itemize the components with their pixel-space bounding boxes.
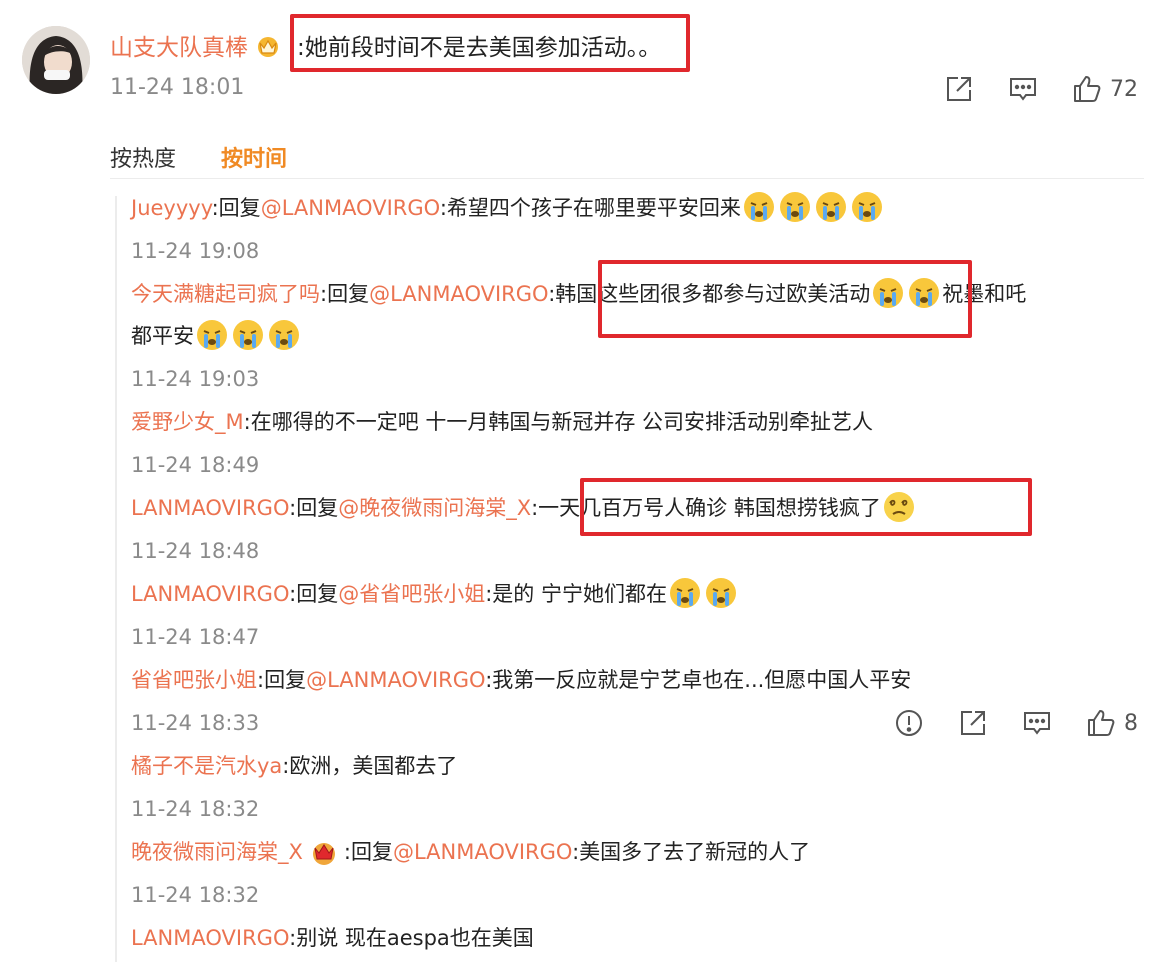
reply-text: :希望四个孩子在哪里要平安回来 xyxy=(439,196,741,220)
reply-author[interactable]: 省省吧张小姐 xyxy=(131,668,257,692)
comment-icon[interactable] xyxy=(1008,74,1038,104)
reply-mention[interactable]: @晚夜微雨问海棠_X xyxy=(338,496,531,520)
crying-emoji-icon xyxy=(267,318,301,352)
reply-time: 11-24 18:32 xyxy=(131,883,260,907)
reply-prefix: :回复 xyxy=(343,840,393,864)
highlight-box xyxy=(290,14,690,72)
comment-icon[interactable] xyxy=(1022,708,1052,738)
reply-item: LANMAOVIRGO:别说 现在aespa也在美国 xyxy=(131,917,1151,959)
divider xyxy=(110,178,1144,179)
reply-item: LANMAOVIRGO:回复@省省吧张小姐:是的 宁宁她们都在 11-24 18… xyxy=(131,573,1151,659)
avatar[interactable] xyxy=(22,26,90,94)
crown-badge-icon xyxy=(309,838,343,872)
reply-text-line2: 都平安 xyxy=(131,324,194,348)
sort-by-time-tab[interactable]: 按时间 xyxy=(221,147,287,172)
sort-by-hot-tab[interactable]: 按热度 xyxy=(110,147,176,172)
reply-text: :我第一反应就是宁艺卓也在...但愿中国人平安 xyxy=(485,668,912,692)
reply-text: :别说 现在aespa也在美国 xyxy=(289,926,534,950)
reply-prefix: :回复 xyxy=(289,582,339,606)
highlight-box xyxy=(580,478,1032,536)
crying-emoji-icon xyxy=(850,190,884,224)
comment-author-name[interactable]: 山支大队真棒 xyxy=(110,35,248,61)
reply-time: 11-24 18:47 xyxy=(131,625,260,649)
share-icon[interactable] xyxy=(958,708,988,738)
like-icon[interactable] xyxy=(1086,708,1116,738)
reply-author[interactable]: LANMAOVIRGO xyxy=(131,496,289,520)
highlight-box xyxy=(598,260,972,338)
sort-bar: 按热度 按时间 xyxy=(110,141,287,173)
reply-author[interactable]: 橘子不是汽水ya xyxy=(131,754,282,778)
crying-emoji-icon xyxy=(778,190,812,224)
crown-badge-icon xyxy=(255,34,281,64)
reply-mention[interactable]: @LANMAOVIRGO xyxy=(306,668,485,692)
reply-author[interactable]: Jueyyyy xyxy=(131,196,212,220)
reply-rail xyxy=(115,196,117,962)
reply-text: :是的 宁宁她们都在 xyxy=(485,582,667,606)
share-icon[interactable] xyxy=(944,74,974,104)
crying-emoji-icon xyxy=(668,576,702,610)
reply-author[interactable]: 晚夜微雨问海棠_X xyxy=(131,840,303,864)
like-count: 72 xyxy=(1110,76,1138,102)
reply-prefix: :回复 xyxy=(320,282,370,306)
reply-author[interactable]: 今天满糖起司疯了吗 xyxy=(131,282,320,306)
reply-author[interactable]: LANMAOVIRGO xyxy=(131,582,289,606)
reply-author[interactable]: 爱野少女_M xyxy=(131,410,244,434)
reply-time: 11-24 19:03 xyxy=(131,367,260,391)
reply-prefix: :回复 xyxy=(211,196,261,220)
reply-item: 爱野少女_M:在哪得的不一定吧 十一月韩国与新冠并存 公司安排活动别牵扯艺人 1… xyxy=(131,401,1151,487)
like-count: 8 xyxy=(1124,710,1138,736)
crying-emoji-icon xyxy=(231,318,265,352)
reply-prefix: :回复 xyxy=(257,668,307,692)
reply-text: :在哪得的不一定吧 十一月韩国与新冠并存 公司安排活动别牵扯艺人 xyxy=(243,410,874,434)
reply-mention[interactable]: @LANMAOVIRGO xyxy=(261,196,440,220)
crying-emoji-icon xyxy=(814,190,848,224)
reply-text: :美国多了去了新冠的人了 xyxy=(572,840,811,864)
reply-item: 晚夜微雨问海棠_X :回复@LANMAOVIRGO:美国多了去了新冠的人了 11-… xyxy=(131,831,1151,917)
reply-time: 11-24 18:32 xyxy=(131,797,260,821)
crying-emoji-icon xyxy=(195,318,229,352)
like-icon[interactable] xyxy=(1072,74,1102,104)
comment-author[interactable]: 山支大队真棒 xyxy=(110,28,281,64)
reply-text: :欧洲，美国都去了 xyxy=(282,754,458,778)
reply-prefix: :回复 xyxy=(289,496,339,520)
reply-mention[interactable]: @省省吧张小姐 xyxy=(338,582,485,606)
reply-mention[interactable]: @LANMAOVIRGO xyxy=(369,282,548,306)
comment-time: 11-24 18:01 xyxy=(110,75,245,100)
crying-emoji-icon xyxy=(704,576,738,610)
reply-actions: 8 xyxy=(894,708,1138,738)
reply-mention[interactable]: @LANMAOVIRGO xyxy=(393,840,572,864)
reply-item: 橘子不是汽水ya:欧洲，美国都去了 11-24 18:32 xyxy=(131,745,1151,831)
comment-actions: 72 xyxy=(944,74,1138,104)
crying-emoji-icon xyxy=(742,190,776,224)
report-icon[interactable] xyxy=(894,708,924,738)
reply-author[interactable]: LANMAOVIRGO xyxy=(131,926,289,950)
